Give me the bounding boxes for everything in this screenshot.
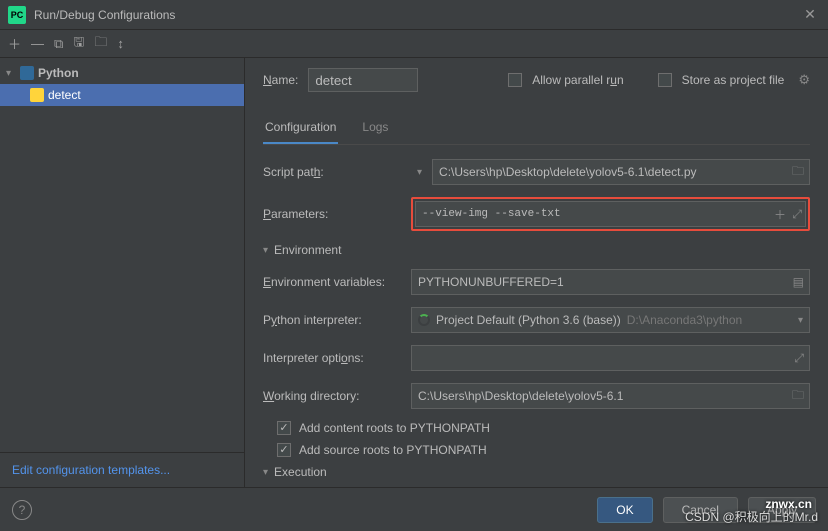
ok-button[interactable]: OK xyxy=(597,497,652,523)
parameters-input[interactable] xyxy=(415,201,806,227)
store-project-checkbox[interactable] xyxy=(658,73,672,87)
script-path-input[interactable] xyxy=(432,159,810,185)
pycharm-logo-icon: PC xyxy=(8,6,26,24)
working-dir-label: Working directory: xyxy=(263,389,411,403)
sort-icon[interactable]: ↕ xyxy=(117,36,124,51)
environment-section-header[interactable]: ▾ Environment xyxy=(263,243,810,257)
tree-item-label: detect xyxy=(48,88,81,102)
edit-templates-link[interactable]: Edit configuration templates... xyxy=(0,452,244,487)
close-icon[interactable]: ✕ xyxy=(800,6,820,23)
env-vars-label: Environment variables: xyxy=(263,275,411,289)
loading-spinner-icon xyxy=(418,314,430,326)
chevron-down-icon: ▾ xyxy=(263,245,268,256)
add-content-roots-label: Add content roots to PYTHONPATH xyxy=(299,421,490,435)
config-tabs: Configuration Logs xyxy=(263,114,810,145)
tree-node-python[interactable]: ▾ Python xyxy=(0,62,244,84)
expand-icon[interactable]: ⤢ xyxy=(794,351,804,366)
add-content-roots-checkbox[interactable] xyxy=(277,421,291,435)
watermark-author: CSDN @积极向上的Mr.d xyxy=(685,508,818,525)
interpreter-dropdown[interactable]: Project Default (Python 3.6 (base)) D:\A… xyxy=(411,307,810,333)
tree-root-label: Python xyxy=(38,66,79,80)
name-input[interactable] xyxy=(308,68,418,92)
tree-node-detect[interactable]: detect xyxy=(0,84,244,106)
execution-section-header[interactable]: ▾ Execution xyxy=(263,465,810,479)
config-toolbar: ＋ — ⧉ 🖫 🗀 ↕ xyxy=(0,30,828,58)
env-vars-input[interactable] xyxy=(411,269,810,295)
config-tree: ▾ Python detect xyxy=(0,58,244,452)
remove-icon[interactable]: — xyxy=(31,36,44,51)
script-path-label: Script path: xyxy=(263,165,411,179)
add-param-icon[interactable]: ＋ xyxy=(774,206,786,223)
gear-icon[interactable]: ⚙ xyxy=(798,72,810,88)
copy-icon[interactable]: ⧉ xyxy=(54,36,63,52)
chevron-down-icon[interactable]: ▾ xyxy=(417,167,422,178)
config-content: NName:ame: Allow parallel run Store as p… xyxy=(245,58,828,487)
add-source-roots-label: Add source roots to PYTHONPATH xyxy=(299,443,487,457)
chevron-down-icon: ▾ xyxy=(798,315,803,326)
help-icon[interactable]: ? xyxy=(12,500,32,520)
interpreter-label: Python interpreter: xyxy=(263,313,411,327)
window-title: Run/Debug Configurations xyxy=(34,8,175,22)
tab-configuration[interactable]: Configuration xyxy=(263,114,338,144)
parameters-label: Parameters: xyxy=(263,207,411,221)
list-edit-icon[interactable]: ▤ xyxy=(793,275,804,289)
name-label: NName:ame: xyxy=(263,73,298,87)
allow-parallel-label: Allow parallel run xyxy=(532,73,623,87)
add-icon[interactable]: ＋ xyxy=(8,34,21,53)
python-icon xyxy=(20,66,34,80)
folder-icon[interactable]: 🗀 xyxy=(94,33,107,55)
chevron-down-icon: ▾ xyxy=(263,467,268,478)
allow-parallel-checkbox[interactable] xyxy=(508,73,522,87)
interp-opts-label: Interpreter options: xyxy=(263,351,411,365)
expand-icon[interactable]: ⤢ xyxy=(792,207,802,222)
folder-browse-icon[interactable]: 🗀 xyxy=(792,162,804,183)
tab-logs[interactable]: Logs xyxy=(360,114,390,144)
title-bar: PC Run/Debug Configurations ✕ xyxy=(0,0,828,30)
save-icon[interactable]: 🖫 xyxy=(73,33,84,55)
chevron-down-icon: ▾ xyxy=(6,68,16,79)
python-file-icon xyxy=(30,88,44,102)
config-sidebar: ▾ Python detect Edit configuration templ… xyxy=(0,58,245,487)
store-project-label: Store as project file xyxy=(682,73,785,87)
interp-opts-input[interactable] xyxy=(411,345,810,371)
parameters-highlight: ＋ ⤢ xyxy=(411,197,810,231)
working-dir-input[interactable] xyxy=(411,383,810,409)
add-source-roots-checkbox[interactable] xyxy=(277,443,291,457)
folder-browse-icon[interactable]: 🗀 xyxy=(792,386,804,407)
